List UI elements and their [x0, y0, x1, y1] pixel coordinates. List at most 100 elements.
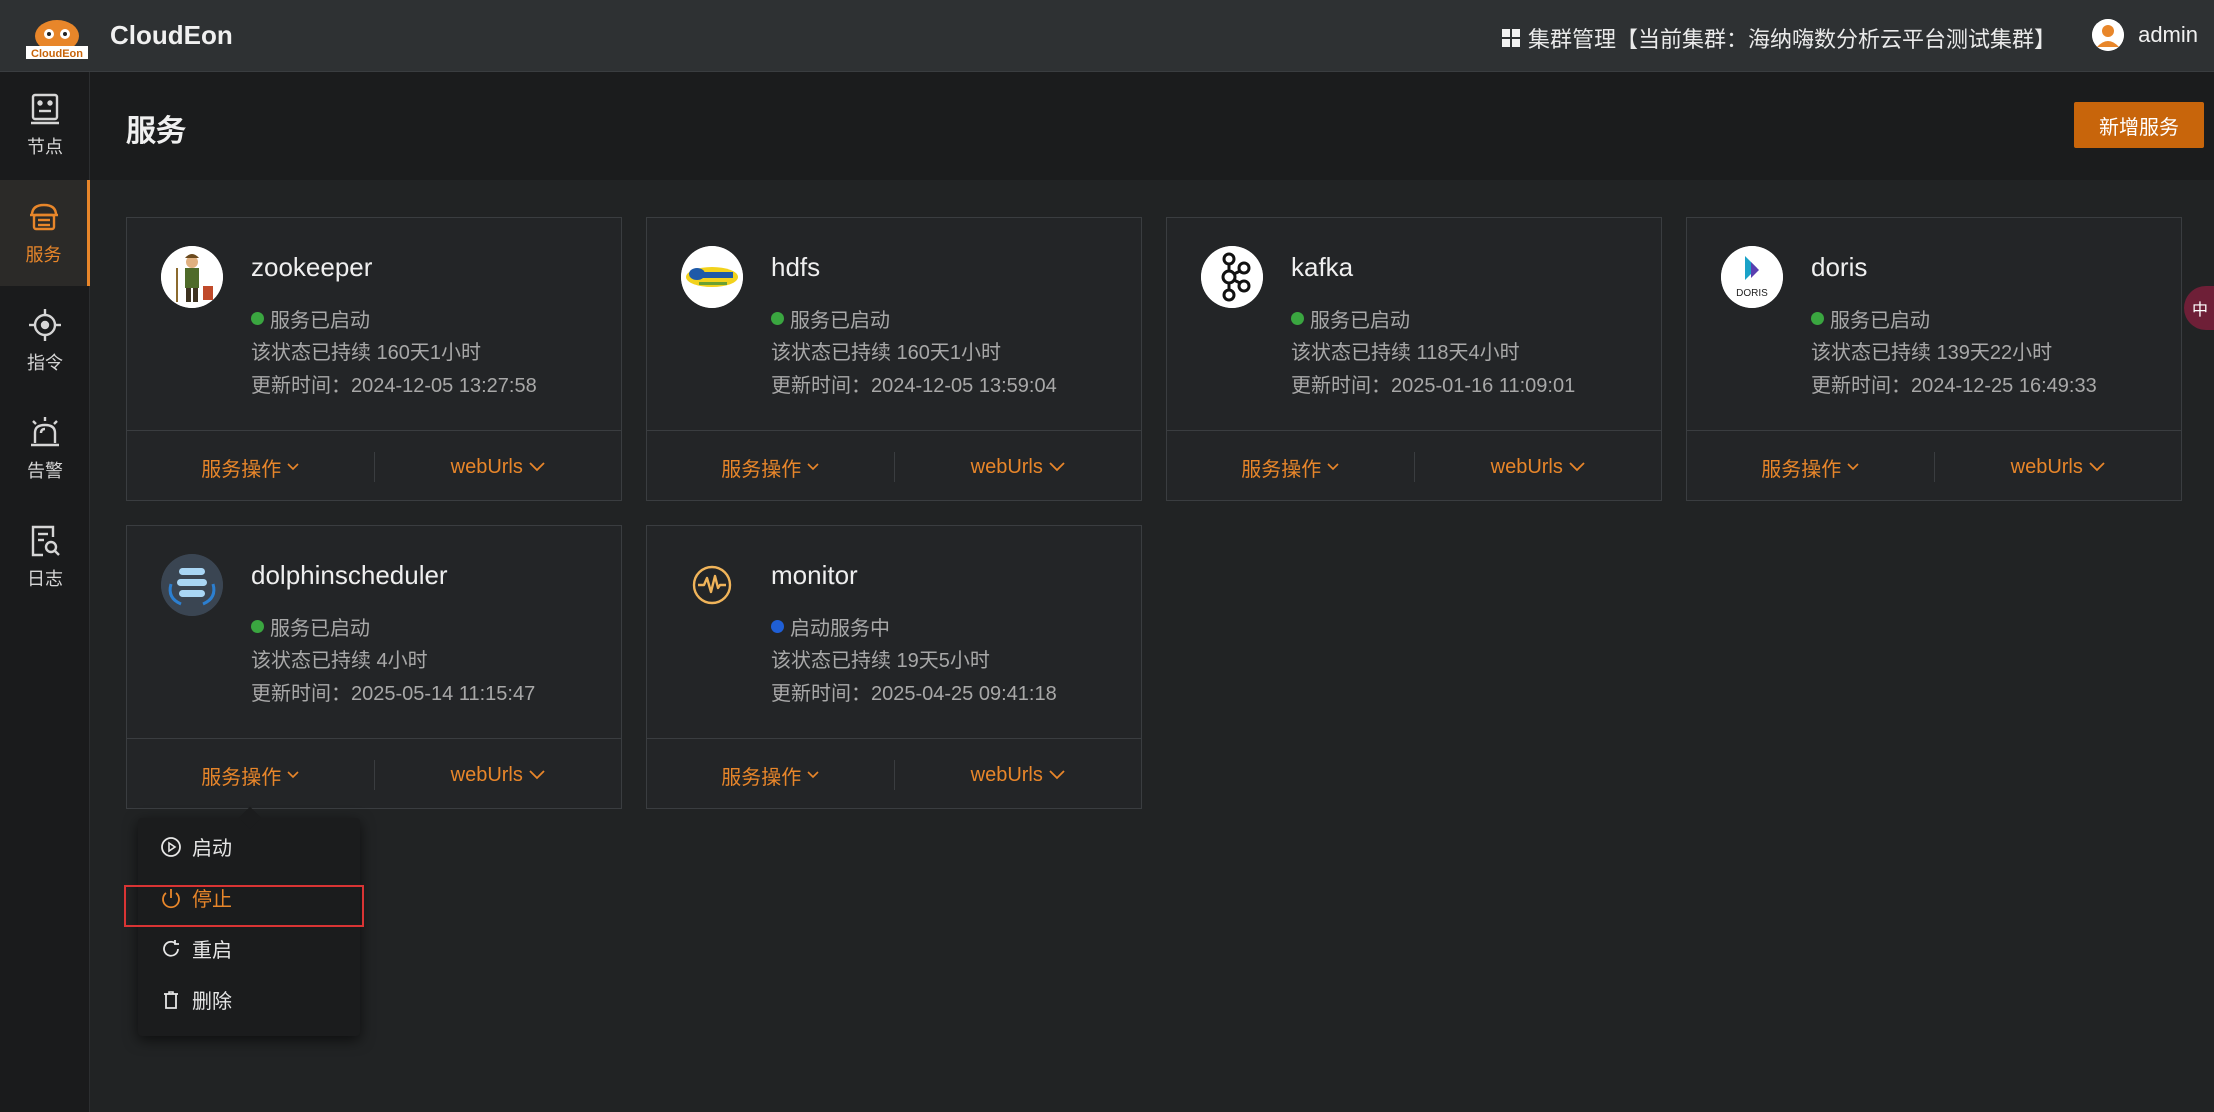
service-name: zookeeper — [251, 252, 373, 282]
service-ops-label: 服务操作 — [721, 766, 802, 789]
card-footer: 服务操作 webUrls — [127, 738, 621, 811]
sidebar-item-label: 服务 — [25, 245, 62, 265]
chevron-down-icon — [1327, 463, 1339, 471]
alarm-icon — [31, 417, 59, 447]
card-footer: 服务操作 webUrls — [1687, 430, 2181, 503]
status-dot-icon — [771, 312, 784, 325]
service-ops-dropdown[interactable]: 服务操作 — [647, 761, 894, 790]
service-status-text: 启动服务中 — [790, 618, 890, 640]
doris-icon-text: DORIS — [1736, 288, 1768, 299]
highlight-stop-box — [124, 885, 364, 927]
play-circle-icon — [161, 836, 181, 857]
service-ops-dropdown[interactable]: 服务操作 — [647, 453, 894, 482]
service-status: 服务已启动 — [771, 304, 890, 333]
sidebar-item-nodes[interactable]: 节点 — [0, 72, 90, 178]
logo-text: CloudEon — [31, 48, 83, 60]
menu-item-label: 重启 — [192, 940, 232, 962]
menu-item-delete[interactable]: 删除 — [160, 985, 232, 1014]
menu-item-label: 删除 — [192, 991, 232, 1013]
status-dot-icon — [1291, 312, 1304, 325]
page-header: 服务 新增服务 — [90, 72, 2214, 180]
service-ops-dropdown[interactable]: 服务操作 — [1167, 453, 1414, 482]
user-menu[interactable]: admin — [2092, 19, 2198, 51]
service-duration: 该状态已持续 4小时 — [251, 650, 428, 672]
service-updated: 更新时间：2024-12-25 16:49:33 — [1811, 375, 2097, 397]
service-duration: 该状态已持续 19天5小时 — [771, 650, 990, 672]
service-status-text: 服务已启动 — [1310, 310, 1410, 332]
service-duration: 该状态已持续 160天1小时 — [771, 342, 1002, 364]
service-ops-dropdown[interactable]: 服务操作 — [127, 761, 374, 790]
service-ops-menu: 启动 停止 重启 删除 — [138, 806, 360, 1036]
card-footer: 服务操作 webUrls — [647, 738, 1141, 811]
add-service-button[interactable]: 新增服务 — [2074, 102, 2204, 148]
sidebar-item-label: 日志 — [27, 569, 63, 589]
chevron-down-icon — [529, 462, 545, 472]
weburls-dropdown[interactable]: webUrls — [375, 764, 622, 787]
service-card-doris: DORIS doris 服务已启动 该状态已持续 139天22小时 更新时间：2… — [1686, 217, 2182, 501]
user-avatar-icon — [2092, 19, 2125, 51]
service-duration: 该状态已持续 118天4小时 — [1291, 342, 1520, 364]
page-title: 服务 — [126, 115, 186, 148]
weburls-label: webUrls — [970, 455, 1043, 478]
status-dot-icon — [771, 620, 784, 633]
menu-item-label: 启动 — [192, 838, 232, 860]
service-status: 服务已启动 — [1291, 304, 1410, 333]
weburls-dropdown[interactable]: webUrls — [895, 764, 1142, 787]
menu-item-restart[interactable]: 重启 — [160, 934, 232, 963]
status-dot-icon — [1811, 312, 1824, 325]
status-dot-icon — [251, 312, 264, 325]
sidebar-item-label: 节点 — [27, 137, 63, 157]
service-status: 服务已启动 — [251, 304, 370, 333]
service-status-text: 服务已启动 — [270, 310, 370, 332]
weburls-dropdown[interactable]: webUrls — [1415, 456, 1662, 479]
chevron-down-icon — [1049, 770, 1065, 780]
chevron-down-icon — [1569, 462, 1585, 472]
sidebar-item-alarms[interactable]: 告警 — [0, 396, 90, 502]
card-footer: 服务操作 webUrls — [1167, 430, 1661, 503]
service-ops-dropdown[interactable]: 服务操作 — [1687, 453, 1934, 482]
chevron-down-icon — [1847, 463, 1859, 471]
service-ops-dropdown[interactable]: 服务操作 — [127, 453, 374, 482]
service-updated: 更新时间：2025-04-25 09:41:18 — [771, 683, 1057, 705]
weburls-label: webUrls — [2010, 455, 2083, 478]
service-card-dolphinscheduler: dolphinscheduler 服务已启动 该状态已持续 4小时 更新时间：2… — [126, 525, 622, 809]
service-card-kafka: kafka 服务已启动 该状态已持续 118天4小时 更新时间：2025-01-… — [1166, 217, 1662, 501]
cluster-selector[interactable]: 集群管理【当前集群：海纳嗨数分析云平台测试集群】 — [1501, 22, 2056, 54]
status-dot-icon — [251, 620, 264, 633]
kafka-icon — [1201, 246, 1263, 308]
service-ops-label: 服务操作 — [201, 458, 282, 481]
chevron-down-icon — [529, 770, 545, 780]
hadoop-icon — [681, 246, 743, 308]
service-card-zookeeper: zookeeper 服务已启动 该状态已持续 160天1小时 更新时间：2024… — [126, 217, 622, 501]
node-icon — [31, 93, 59, 125]
cluster-label: 集群管理【当前集群：海纳嗨数分析云平台测试集群】 — [1527, 27, 2056, 52]
menu-item-start[interactable]: 启动 — [160, 832, 232, 861]
weburls-dropdown[interactable]: webUrls — [1935, 456, 2182, 479]
cloudeon-logo[interactable]: CloudEon — [22, 16, 92, 60]
sidebar-item-services[interactable]: 服务 — [0, 180, 90, 286]
doris-icon: DORIS — [1721, 246, 1783, 308]
log-icon — [31, 525, 60, 557]
language-switch[interactable]: 中 — [2184, 286, 2214, 330]
sidebar-item-commands[interactable]: 指令 — [0, 288, 90, 394]
sidebar-item-logs[interactable]: 日志 — [0, 504, 90, 610]
grid-icon — [1501, 29, 1520, 47]
weburls-label: webUrls — [450, 455, 523, 478]
service-card-hdfs: hdfs 服务已启动 该状态已持续 160天1小时 更新时间：2024-12-0… — [646, 217, 1142, 501]
weburls-dropdown[interactable]: webUrls — [895, 456, 1142, 479]
weburls-dropdown[interactable]: webUrls — [375, 456, 622, 479]
top-bar: CloudEon CloudEon 集群管理【当前集群：海纳嗨数分析云平台测试集… — [0, 0, 2214, 72]
service-updated: 更新时间：2025-05-14 11:15:47 — [251, 683, 536, 705]
service-name: hdfs — [771, 252, 821, 282]
user-name: admin — [2138, 22, 2198, 47]
service-card-monitor: monitor 启动服务中 该状态已持续 19天5小时 更新时间：2025-04… — [646, 525, 1142, 809]
service-status-text: 服务已启动 — [270, 618, 370, 640]
command-icon — [29, 309, 61, 341]
weburls-label: webUrls — [450, 763, 523, 786]
zookeeper-icon — [161, 246, 223, 308]
service-status: 服务已启动 — [1811, 304, 1930, 333]
brand-name: CloudEon — [110, 20, 233, 50]
service-ops-label: 服务操作 — [1761, 458, 1842, 481]
sidebar-item-label: 告警 — [27, 461, 63, 481]
chevron-down-icon — [2089, 462, 2105, 472]
